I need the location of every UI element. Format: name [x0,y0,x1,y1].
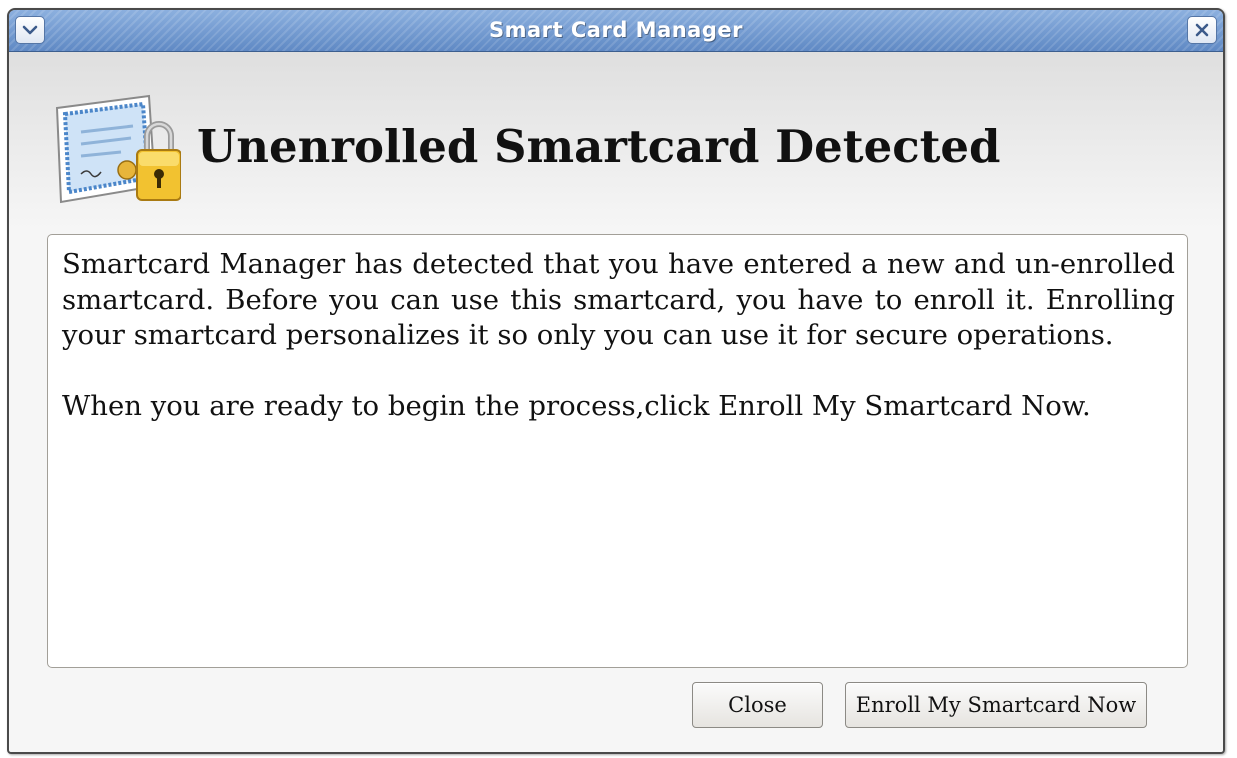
window-close-button[interactable] [1187,16,1217,44]
enroll-smartcard-button[interactable]: Enroll My Smartcard Now [845,682,1147,728]
close-button[interactable]: Close [692,682,823,728]
smart-card-manager-window: Smart Card Manager Unenrolled Smartcard … [7,8,1225,754]
title-bar[interactable]: Smart Card Manager [9,10,1223,52]
window-title: Smart Card Manager [489,18,743,42]
message-panel: Smartcard Manager has detected that you … [47,234,1188,668]
certificate-lock-icon [55,94,181,204]
page-title: Unenrolled Smartcard Detected [197,120,1001,173]
message-paragraph-1: Smartcard Manager has detected that you … [62,248,1175,351]
message-paragraph-2: When you are ready to begin the process,… [62,389,1091,422]
close-icon [1195,23,1209,37]
